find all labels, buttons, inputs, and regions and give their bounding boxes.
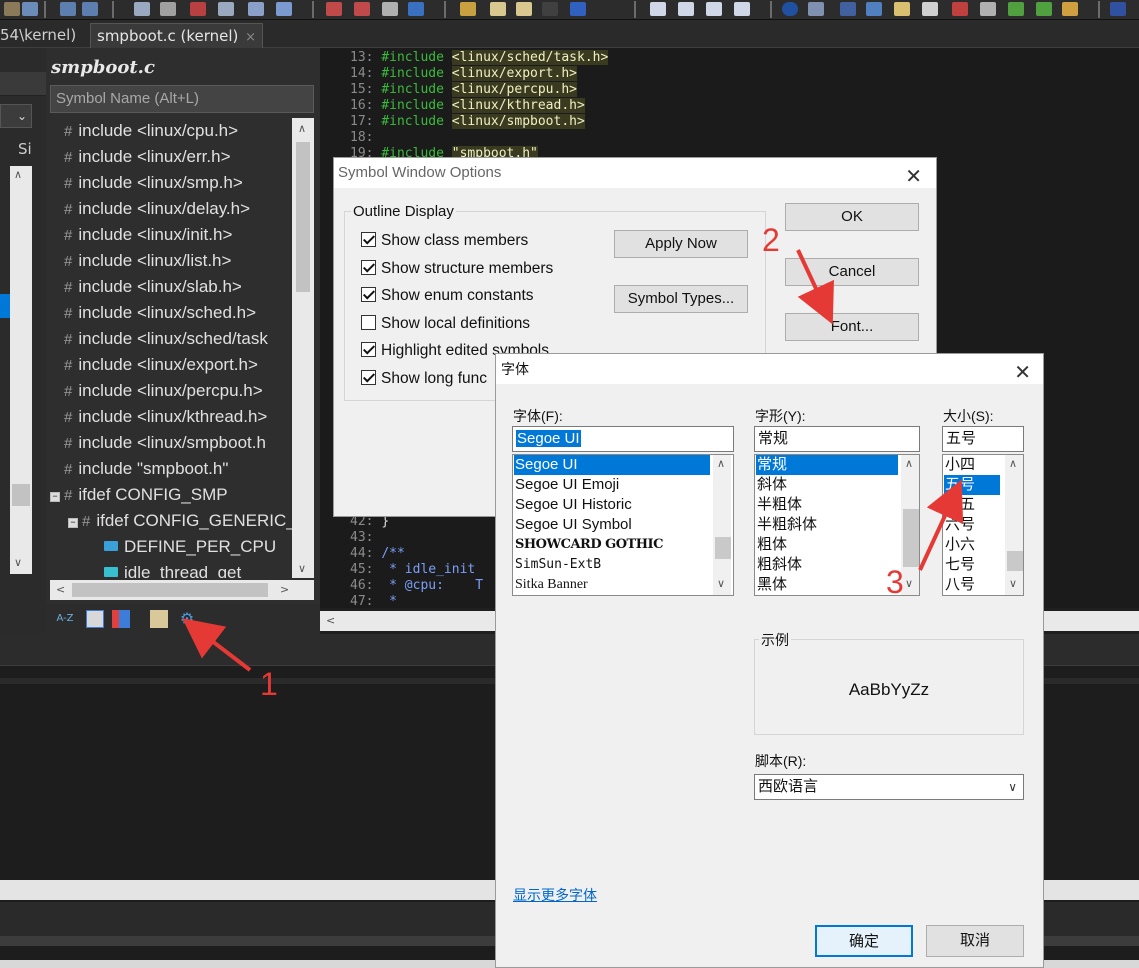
annotation-overlay — [182, 249, 964, 672]
annotation-arrow-1 — [182, 618, 252, 672]
annotation-number-3: 3 — [886, 564, 904, 600]
annotation-arrow-3 — [918, 479, 964, 571]
annotation-number-2: 2 — [762, 222, 780, 258]
annotation-number-1: 1 — [260, 666, 278, 702]
annotation-arrow-2 — [796, 249, 834, 325]
